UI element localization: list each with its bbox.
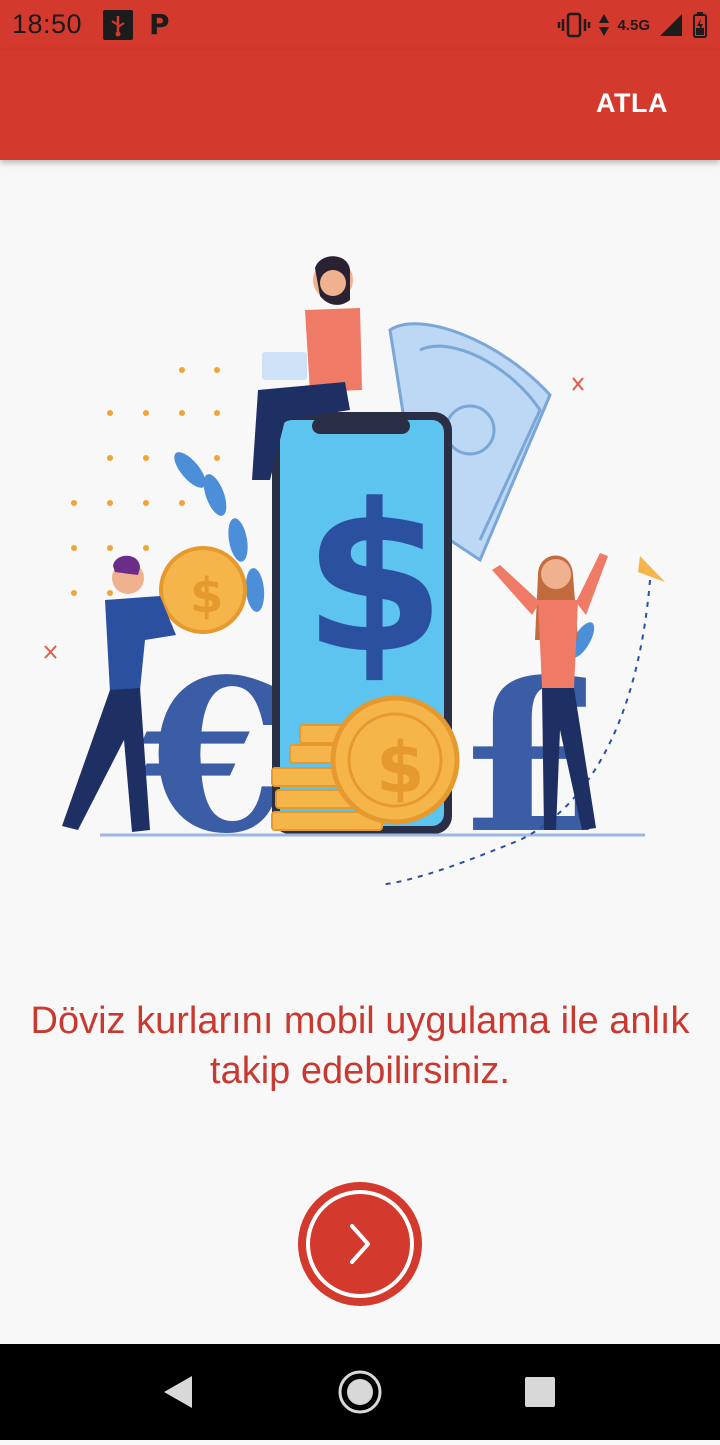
signal-icon [660, 14, 682, 36]
parking-p-icon: P [149, 8, 170, 41]
home-icon[interactable] [338, 1370, 382, 1414]
next-button[interactable] [296, 1180, 424, 1308]
status-left-icons: P [103, 10, 170, 40]
recents-icon[interactable] [525, 1377, 555, 1407]
app-bar: ATLA [0, 50, 720, 160]
onboarding-message: Döviz kurlarını mobil uygulama ile anlık… [30, 1000, 690, 1092]
svg-text:$: $ [190, 568, 223, 624]
svg-text:€: € [141, 633, 288, 880]
status-right-icons: 4.5G [557, 11, 708, 39]
vibrate-icon [558, 12, 591, 38]
currency-exchange-illustration: € £ $ $ $ [0, 160, 720, 920]
usb-debug-icon [103, 10, 133, 40]
battery-icon [693, 12, 707, 38]
status-bar: 18:50 P 4.5G [0, 0, 720, 50]
data-arrows-icon [599, 14, 610, 36]
back-icon[interactable] [164, 1376, 192, 1408]
network-type: 4.5G [617, 16, 650, 34]
navigation-bar [0, 1344, 720, 1440]
skip-button[interactable]: ATLA [596, 88, 668, 119]
status-time: 18:50 [12, 9, 83, 39]
svg-text:$: $ [303, 461, 446, 699]
svg-text:$: $ [376, 727, 425, 809]
